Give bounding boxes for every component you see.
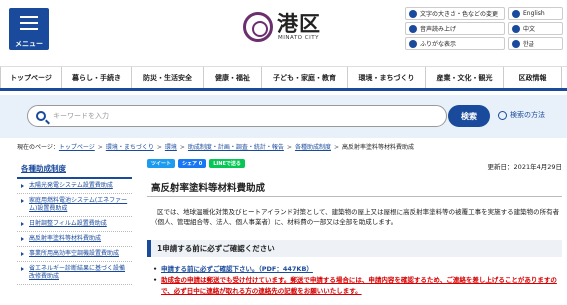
site-header: メニュー 港区 MINATO CITY 文字の大きさ・色などの変更 音声読み上げ… — [0, 0, 567, 62]
minato-emblem-icon — [243, 12, 273, 42]
arrow-circle-icon — [498, 110, 507, 120]
speaker-icon — [409, 24, 417, 33]
logo-name: 港区 — [277, 11, 321, 36]
breadcrumb-link-subsidy-plans[interactable]: 助成制度・計画・調査・統計・報告 — [188, 144, 284, 151]
notice-list: 申請する前に必ずご確認下さい。（PDF：447KB） 助成金の申請は郵送でも受け… — [153, 264, 561, 297]
nav-item-industry[interactable]: 産業・文化・観光 — [426, 67, 504, 88]
facebook-share-button[interactable]: シェア 0 — [178, 159, 207, 168]
share-buttons: ツイート シェア 0 LINEで送る — [147, 159, 245, 168]
search-button[interactable]: 検索 — [448, 105, 490, 127]
search-help-label: 検索の方法 — [510, 111, 545, 119]
global-nav: トップページ 暮らし・手続き 防災・生活安全 健康・福祉 子ども・家庭・教育 環… — [0, 66, 567, 91]
sidebar-item-solar[interactable]: 太陽光発電システム設置費助成 — [17, 179, 132, 194]
breadcrumb-link-subsidies[interactable]: 各種助成制度 — [295, 144, 331, 151]
page-title: 高反射率塗料等材料費助成 — [147, 177, 562, 197]
search-input[interactable] — [53, 109, 433, 123]
breadcrumb-link-environment[interactable]: 環境 — [165, 144, 177, 151]
tweet-button[interactable]: ツイート — [147, 159, 176, 168]
furigana-button[interactable]: ふりがな表示 — [405, 37, 505, 50]
search-box — [27, 105, 447, 127]
language-links: English 中文 한글 — [508, 7, 563, 52]
text-size-button[interactable]: 文字の大きさ・色などの変更 — [405, 7, 505, 20]
text-size-icon — [409, 9, 417, 18]
sidebar-item-enefarm[interactable]: 家庭用燃料電池システム(エネファーム)設置費助成 — [17, 194, 132, 217]
breadcrumb-separator: > — [179, 144, 185, 151]
sidebar-title[interactable]: 各種助成制度 — [17, 160, 132, 179]
updated-date: 更新日：2021年4月29日 — [487, 163, 562, 171]
globe-icon — [512, 24, 520, 33]
lang-chinese-label: 中文 — [523, 26, 536, 33]
nav-item-top[interactable]: トップページ — [0, 67, 62, 88]
nav-item-health[interactable]: 健康・福祉 — [204, 67, 262, 88]
search-help-link[interactable]: 検索の方法 — [498, 110, 545, 120]
hamburger-icon — [20, 16, 38, 34]
menu-label: メニュー — [15, 40, 43, 48]
globe-icon — [512, 9, 520, 18]
nav-item-government[interactable]: 区政情報 — [504, 67, 562, 88]
breadcrumb-separator: > — [97, 144, 103, 151]
sidebar-item-aircon[interactable]: 事業所用高効率空調機設置費助成 — [17, 247, 132, 262]
main-content: ツイート シェア 0 LINEで送る 更新日：2021年4月29日 高反射率塗料… — [147, 156, 562, 305]
furigana-icon — [409, 39, 417, 48]
breadcrumb: 現在のページ：トップページ > 環境・まちづくり > 環境 > 助成制度・計画・調査・統計・… — [17, 142, 562, 151]
notice-text: 助成金の申請は郵送でも受け付けています。郵送で申請する場合には、申請内容を確認す… — [153, 275, 561, 297]
nav-item-safety[interactable]: 防災・生活安全 — [132, 67, 204, 88]
menu-button[interactable]: メニュー — [9, 8, 49, 50]
read-aloud-button[interactable]: 音声読み上げ — [405, 22, 505, 35]
breadcrumb-separator: > — [333, 144, 339, 151]
sidebar: 各種助成制度 太陽光発電システム設置費助成 家庭用燃料電池システム(エネファーム… — [17, 160, 132, 305]
breadcrumb-link-top[interactable]: トップページ — [59, 144, 95, 151]
breadcrumb-separator: > — [156, 144, 162, 151]
breadcrumb-separator: > — [286, 144, 292, 151]
site-logo[interactable]: 港区 MINATO CITY — [243, 10, 333, 46]
sidebar-item-reflective-paint[interactable]: 高反射率塗料等材料費助成 — [17, 232, 132, 247]
nav-item-environment[interactable]: 環境・まちづくり — [348, 67, 426, 88]
intro-text: 区では、地球温暖化対策及びヒートアイランド対策として、建築物の屋上又は屋根に高反… — [151, 208, 560, 226]
line-share-button[interactable]: LINEで送る — [209, 159, 245, 168]
section-heading: 1申請する前に必ずご確認ください — [147, 240, 562, 257]
accessibility-tools: 文字の大きさ・色などの変更 音声読み上げ ふりがな表示 — [405, 7, 505, 52]
nav-item-living[interactable]: 暮らし・手続き — [62, 67, 132, 88]
read-aloud-label: 音声読み上げ — [420, 26, 457, 33]
lang-english-label: English — [523, 10, 545, 17]
lang-korean-label: 한글 — [523, 41, 535, 48]
furigana-label: ふりがな表示 — [420, 41, 457, 48]
globe-icon — [512, 39, 520, 48]
logo-subtitle: MINATO CITY — [278, 35, 319, 41]
search-band: 検索 検索の方法 — [0, 95, 567, 138]
pdf-link[interactable]: 申請する前に必ずご確認下さい。（PDF：447KB） — [161, 265, 313, 273]
sidebar-item-film[interactable]: 日射調整フィルム設置費助成 — [17, 217, 132, 232]
search-icon — [36, 111, 46, 121]
breadcrumb-link-environment-town[interactable]: 環境・まちづくり — [106, 144, 154, 151]
lang-english[interactable]: English — [508, 7, 563, 20]
nav-item-children[interactable]: 子ども・家庭・教育 — [262, 67, 348, 88]
text-size-label: 文字の大きさ・色などの変更 — [420, 11, 499, 18]
breadcrumb-current: 高反射率塗料等材料費助成 — [342, 144, 415, 151]
breadcrumb-prefix: 現在のページ： — [17, 144, 59, 151]
list-item: 申請する前に必ずご確認下さい。（PDF：447KB） — [153, 264, 561, 275]
sidebar-item-energy-audit[interactable]: 省エネルギー診断結果に基づく設備改修費助成 — [17, 262, 132, 285]
lang-chinese[interactable]: 中文 — [508, 22, 563, 35]
lang-korean[interactable]: 한글 — [508, 37, 563, 50]
